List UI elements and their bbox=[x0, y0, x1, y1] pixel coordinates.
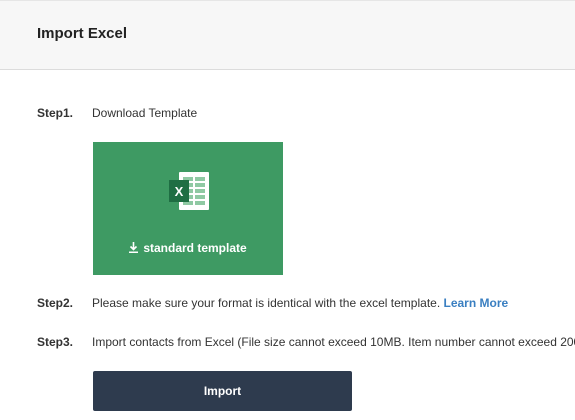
step-1-text: Download Template bbox=[92, 106, 198, 120]
step-1-label: Step1. bbox=[37, 106, 74, 120]
step-3-text: Import contacts from Excel (File size ca… bbox=[92, 335, 575, 349]
template-tile-label-row: standard template bbox=[93, 241, 283, 255]
import-button[interactable]: Import bbox=[93, 371, 352, 411]
template-tile-label: standard template bbox=[143, 241, 247, 255]
import-excel-dialog: Import Excel Step1. Download Template X bbox=[0, 0, 575, 420]
step-3-label: Step3. bbox=[37, 335, 74, 349]
step-2-text: Please make sure your format is identica… bbox=[92, 296, 444, 310]
step-1-row: Step1. Download Template bbox=[37, 106, 197, 120]
download-icon bbox=[129, 242, 139, 253]
step-2-label: Step2. bbox=[37, 296, 74, 310]
excel-file-icon: X bbox=[169, 172, 209, 210]
dialog-header: Import Excel bbox=[0, 0, 575, 70]
download-template-button[interactable]: X standard template bbox=[93, 142, 283, 275]
step-2-row: Step2. Please make sure your format is id… bbox=[37, 296, 508, 310]
learn-more-link[interactable]: Learn More bbox=[444, 296, 509, 310]
dialog-title: Import Excel bbox=[37, 25, 128, 42]
step-3-row: Step3. Import contacts from Excel (File s… bbox=[37, 335, 575, 349]
svg-text:X: X bbox=[175, 184, 184, 199]
